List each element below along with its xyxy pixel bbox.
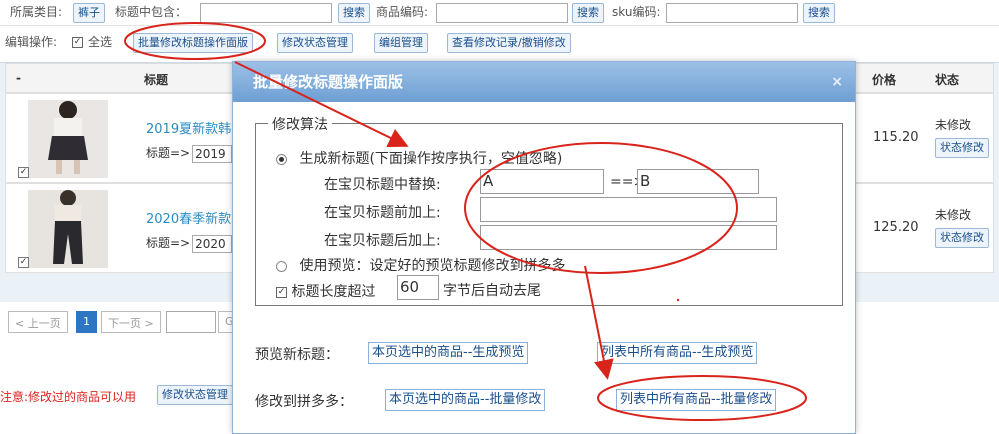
algorithm-legend: 修改算法	[268, 114, 332, 134]
product-price: 125.20	[873, 220, 919, 235]
new-title-input[interactable]: 2019夏	[192, 144, 233, 163]
prev-page-button[interactable]: < 上一页	[8, 311, 68, 333]
header-price: 价格	[872, 73, 897, 87]
filter-bar: 所属类目: 裤子 标题中包含： 搜索 商品编码: 搜索 sku编码: 搜索	[0, 0, 999, 26]
product-price: 115.20	[873, 130, 919, 145]
new-title-field: 标题=>2020春	[146, 234, 233, 253]
product-code-search-button[interactable]: 搜索	[572, 3, 604, 23]
batch-title-edit-button[interactable]: 批量修改标题操作面版	[133, 33, 253, 53]
status-change-button[interactable]: 状态修改	[935, 138, 989, 158]
preview-radio[interactable]	[276, 260, 287, 272]
modal-title: 批量修改标题操作面版	[253, 73, 404, 91]
replace-to-input[interactable]: B	[637, 169, 759, 194]
sku-code-input[interactable]	[666, 3, 798, 23]
title-contains-input[interactable]	[200, 3, 332, 23]
product-title-link[interactable]: 2020春季新款	[146, 208, 231, 227]
generate-radio[interactable]	[276, 153, 287, 165]
row-checkbox[interactable]: ✓	[18, 257, 29, 268]
current-page[interactable]: 1	[76, 311, 97, 333]
trim-length-input[interactable]: 60	[397, 275, 439, 300]
trim-suffix-label: 字节后自动去尾	[443, 283, 541, 299]
product-thumbnail[interactable]	[28, 100, 108, 178]
trim-label: 标题长度超过	[291, 284, 376, 300]
suffix-label: 在宝贝标题后加上:	[324, 233, 441, 249]
new-title-field: 标题=>2019夏	[146, 144, 233, 163]
trim-row: ✓ 标题长度超过	[276, 281, 375, 301]
prefix-input[interactable]	[480, 197, 777, 222]
header-title: 标题	[144, 73, 169, 87]
edit-bar: 编辑操作: ✓ 全选 批量修改标题操作面版 修改状态管理 编组管理 查看修改记录…	[0, 30, 999, 56]
batch-title-modal: 批量修改标题操作面版 × 修改算法 生成新标题(下面操作按序执行，空值忽略) 在…	[232, 61, 856, 434]
replace-label: 在宝贝标题中替换:	[324, 177, 441, 193]
modal-header: 批量修改标题操作面版 ×	[233, 62, 855, 102]
status-change-button[interactable]: 状态修改	[935, 228, 989, 248]
suffix-input[interactable]	[480, 225, 777, 250]
close-icon[interactable]: ×	[831, 62, 843, 102]
select-all-label: 全选	[88, 35, 113, 49]
next-page-button[interactable]: 下一页 >	[101, 311, 161, 333]
apply-label: 修改到拼多多：	[255, 394, 353, 410]
notice-text: 注意:修改过的商品可以用	[0, 390, 137, 404]
title-contains-label: 标题中包含：	[115, 5, 188, 19]
preview-option-label: 使用预览：设定好的预览标题修改到拼多多	[299, 258, 566, 274]
new-title-label: 标题=>	[146, 236, 191, 250]
product-code-label: 商品编码:	[376, 5, 429, 19]
header-select: -	[16, 71, 21, 85]
option-preview-row: 使用预览：设定好的预览标题修改到拼多多	[276, 255, 565, 275]
sku-code-label: sku编码:	[612, 5, 661, 19]
prefix-label: 在宝贝标题前加上:	[324, 205, 441, 221]
category-button[interactable]: 裤子	[73, 3, 105, 23]
title-search-button[interactable]: 搜索	[338, 3, 370, 23]
preview-title-label: 预览新标题：	[255, 347, 339, 363]
replace-from-input[interactable]: A	[480, 169, 604, 194]
edit-label: 编辑操作:	[5, 35, 58, 49]
new-title-label: 标题=>	[146, 146, 191, 160]
sku-search-button[interactable]: 搜索	[803, 3, 835, 23]
product-code-input[interactable]	[436, 3, 568, 23]
preview-all-button[interactable]: 列表中所有商品--生成预览	[597, 342, 758, 364]
category-label: 所属类目:	[10, 5, 63, 19]
row-checkbox[interactable]: ✓	[18, 167, 29, 178]
option-generate-row: 生成新标题(下面操作按序执行，空值忽略)	[276, 148, 562, 168]
trim-checkbox[interactable]: ✓	[276, 286, 287, 298]
status-manage-button[interactable]: 修改状态管理	[277, 33, 353, 53]
header-status: 状态	[935, 73, 960, 87]
apply-page-button[interactable]: 本页选中的商品--批量修改	[385, 389, 546, 411]
product-status: 未修改	[935, 208, 972, 222]
preview-page-button[interactable]: 本页选中的商品--生成预览	[368, 342, 529, 364]
product-title-link[interactable]: 2019夏新款韩	[146, 118, 231, 137]
history-button[interactable]: 查看修改记录/撤销修改	[447, 33, 571, 53]
generate-label: 生成新标题(下面操作按序执行，空值忽略)	[299, 151, 563, 167]
group-manage-button[interactable]: 编组管理	[374, 33, 428, 53]
notice-status-button[interactable]: 修改状态管理	[157, 385, 233, 405]
algorithm-fieldset: 修改算法 生成新标题(下面操作按序执行，空值忽略) 在宝贝标题中替换: A ==…	[255, 114, 843, 306]
apply-all-button[interactable]: 列表中所有商品--批量修改	[616, 389, 777, 411]
new-title-input[interactable]: 2020春	[192, 234, 233, 253]
product-thumbnail[interactable]	[28, 190, 108, 268]
select-all-checkbox[interactable]: ✓	[72, 37, 83, 48]
product-status: 未修改	[935, 118, 972, 132]
page-input[interactable]	[166, 311, 216, 333]
